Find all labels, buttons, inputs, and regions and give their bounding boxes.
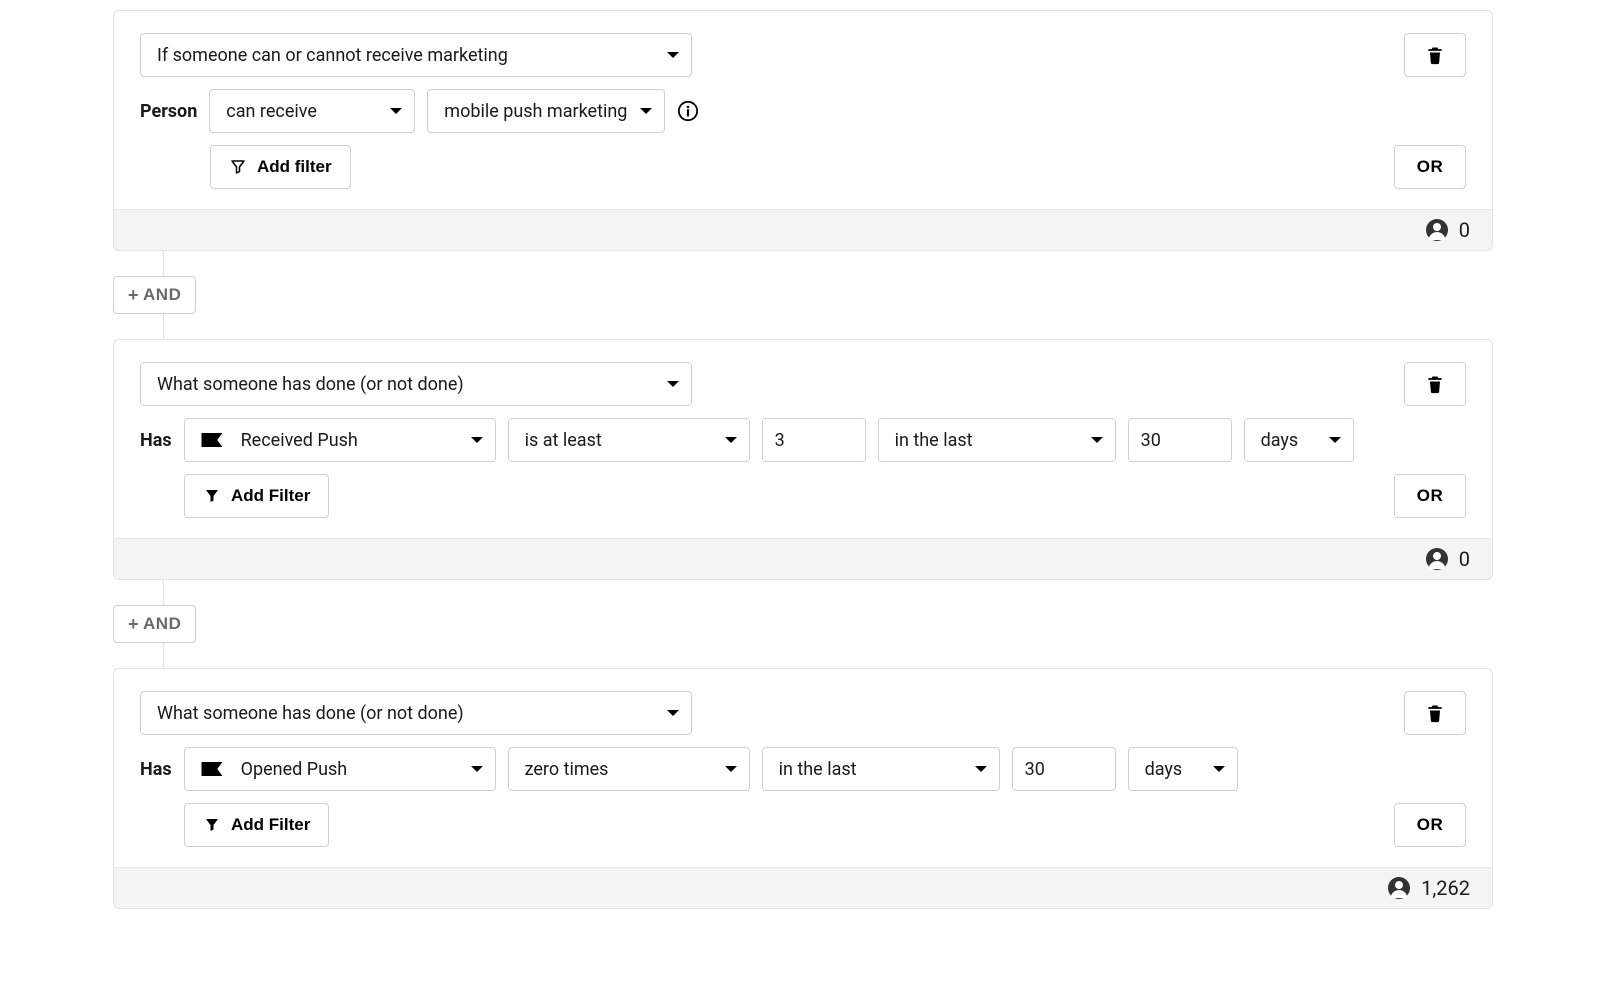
block-footer: 0 — [114, 209, 1492, 250]
chevron-down-icon — [667, 709, 679, 717]
duration-unit-select[interactable]: days — [1128, 747, 1238, 791]
chevron-down-icon — [1091, 436, 1103, 444]
add-filter-label: Add Filter — [231, 486, 310, 506]
or-button[interactable]: OR — [1394, 803, 1466, 847]
operator-select[interactable]: is at least — [508, 418, 750, 462]
and-button[interactable]: + AND — [113, 605, 196, 643]
person-label: Person — [140, 101, 197, 122]
chevron-down-icon — [975, 765, 987, 773]
or-label: OR — [1417, 815, 1444, 835]
condition-type-label: What someone has done (or not done) — [157, 703, 464, 724]
can-receive-select[interactable]: can receive — [209, 89, 415, 133]
condition-type-select[interactable]: What someone has done (or not done) — [140, 691, 692, 735]
connector: + AND — [113, 580, 1493, 668]
metric-select[interactable]: Received Push — [184, 418, 496, 462]
funnel-icon — [229, 158, 247, 176]
condition-type-select[interactable]: If someone can or cannot receive marketi… — [140, 33, 692, 77]
metric-label: Received Push — [241, 430, 358, 451]
operator-label: is at least — [525, 430, 602, 451]
channel-label: mobile push marketing — [444, 101, 627, 122]
or-label: OR — [1417, 157, 1444, 177]
connector: + AND — [113, 251, 1493, 339]
plus-icon: + — [128, 615, 139, 633]
person-icon — [1425, 547, 1449, 571]
count-value: 0 — [1459, 218, 1470, 242]
count-value: 1,262 — [1421, 876, 1470, 900]
condition-block-2: What someone has done (or not done) Has … — [113, 339, 1493, 580]
chevron-down-icon — [1329, 436, 1341, 444]
or-button[interactable]: OR — [1394, 474, 1466, 518]
chevron-down-icon — [471, 765, 483, 773]
trash-icon — [1425, 45, 1445, 65]
delete-button[interactable] — [1404, 691, 1466, 735]
has-label: Has — [140, 430, 172, 451]
person-icon — [1425, 218, 1449, 242]
add-filter-button[interactable]: Add Filter — [184, 803, 329, 847]
delete-button[interactable] — [1404, 362, 1466, 406]
timeframe-label: in the last — [895, 430, 973, 451]
funnel-icon — [203, 487, 221, 505]
trash-icon — [1425, 703, 1445, 723]
chevron-down-icon — [725, 765, 737, 773]
block-footer: 0 — [114, 538, 1492, 579]
chevron-down-icon — [640, 107, 652, 115]
chevron-down-icon — [725, 436, 737, 444]
duration-unit-select[interactable]: days — [1244, 418, 1354, 462]
duration-input[interactable] — [1012, 747, 1116, 791]
and-label: AND — [143, 614, 181, 634]
condition-type-label: If someone can or cannot receive marketi… — [157, 45, 508, 66]
flag-icon — [201, 762, 223, 776]
operator-select[interactable]: zero times — [508, 747, 750, 791]
count-value: 0 — [1459, 547, 1470, 571]
add-filter-button[interactable]: Add Filter — [184, 474, 329, 518]
condition-type-select[interactable]: What someone has done (or not done) — [140, 362, 692, 406]
chevron-down-icon — [471, 436, 483, 444]
timeframe-select[interactable]: in the last — [878, 418, 1116, 462]
person-icon — [1387, 876, 1411, 900]
has-label: Has — [140, 759, 172, 780]
and-label: AND — [143, 285, 181, 305]
and-button[interactable]: + AND — [113, 276, 196, 314]
add-filter-label: Add Filter — [231, 815, 310, 835]
timeframe-select[interactable]: in the last — [762, 747, 1000, 791]
chevron-down-icon — [667, 380, 679, 388]
duration-input[interactable] — [1128, 418, 1232, 462]
condition-block-1: If someone can or cannot receive marketi… — [113, 10, 1493, 251]
count-input[interactable] — [762, 418, 866, 462]
operator-label: zero times — [525, 759, 609, 780]
flag-icon — [201, 433, 223, 447]
trash-icon — [1425, 374, 1445, 394]
timeframe-label: in the last — [779, 759, 857, 780]
info-icon[interactable] — [677, 100, 699, 122]
add-filter-button[interactable]: Add filter — [210, 145, 351, 189]
or-button[interactable]: OR — [1394, 145, 1466, 189]
add-filter-label: Add filter — [257, 157, 332, 177]
chevron-down-icon — [667, 51, 679, 59]
chevron-down-icon — [1213, 765, 1225, 773]
metric-label: Opened Push — [241, 759, 348, 780]
can-receive-label: can receive — [226, 101, 317, 122]
duration-unit-label: days — [1261, 430, 1299, 451]
delete-button[interactable] — [1404, 33, 1466, 77]
block-footer: 1,262 — [114, 867, 1492, 908]
plus-icon: + — [128, 286, 139, 304]
metric-select[interactable]: Opened Push — [184, 747, 496, 791]
condition-type-label: What someone has done (or not done) — [157, 374, 464, 395]
chevron-down-icon — [390, 107, 402, 115]
condition-block-3: What someone has done (or not done) Has … — [113, 668, 1493, 909]
channel-select[interactable]: mobile push marketing — [427, 89, 665, 133]
funnel-icon — [203, 816, 221, 834]
duration-unit-label: days — [1145, 759, 1183, 780]
or-label: OR — [1417, 486, 1444, 506]
